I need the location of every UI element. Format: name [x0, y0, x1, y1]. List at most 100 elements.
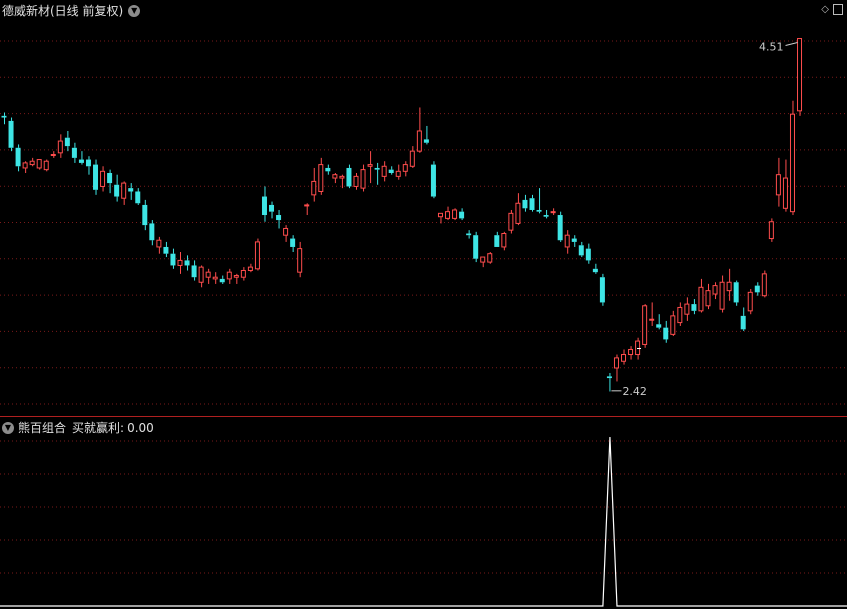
candle-body: [240, 269, 246, 278]
stock-chart[interactable]: 4.51 2.42: [0, 0, 847, 609]
candle: [733, 280, 739, 306]
candle: [353, 173, 359, 190]
candle-body: [445, 211, 451, 219]
candle: [191, 260, 197, 281]
chart-title: 德威新材(日线 前复权): [2, 4, 124, 18]
candle-body: [332, 174, 338, 179]
candle: [177, 252, 183, 274]
candle-body: [128, 188, 134, 192]
candle: [170, 248, 176, 269]
candle: [606, 373, 612, 392]
candle-body: [452, 209, 458, 219]
candle-body: [297, 248, 303, 273]
candle-body: [592, 268, 598, 273]
candle: [261, 186, 267, 222]
candle: [705, 283, 711, 310]
candle: [78, 151, 84, 165]
chevron-down-icon[interactable]: ▼: [2, 421, 14, 434]
candle: [402, 161, 408, 177]
candle: [789, 100, 795, 216]
candle: [445, 206, 451, 221]
candle: [775, 157, 781, 207]
candle: [50, 151, 56, 158]
candle-body: [789, 113, 795, 213]
candle: [740, 307, 746, 331]
candle-body: [473, 235, 479, 259]
indicator-name: 熊百组合: [18, 421, 67, 435]
chevron-down-icon[interactable]: ▼: [128, 4, 141, 17]
high-label: 4.51: [759, 41, 784, 54]
candle: [29, 157, 35, 167]
candle-body: [247, 266, 253, 271]
candle: [64, 130, 70, 152]
candle: [797, 38, 803, 116]
candle-body: [754, 285, 760, 293]
candle-body: [212, 276, 218, 280]
price-grid: [0, 40, 847, 405]
candle-body: [283, 227, 289, 236]
candle: [747, 288, 753, 315]
candle-body: [205, 271, 211, 278]
candle: [642, 304, 648, 348]
candle: [691, 299, 697, 315]
candle: [269, 201, 275, 219]
candle: [430, 161, 436, 199]
signal-line: [0, 436, 847, 607]
candle-body: [663, 327, 669, 340]
candle: [226, 268, 232, 284]
candle: [184, 255, 190, 271]
candle-body: [459, 211, 465, 219]
candle-body: [8, 120, 14, 148]
maximize-icon[interactable]: [833, 4, 843, 15]
candle-body: [149, 223, 155, 241]
candle-body: [621, 354, 627, 362]
candle-body: [395, 170, 401, 177]
candle: [325, 164, 331, 175]
candle-body: [163, 246, 169, 254]
candle: [219, 275, 225, 284]
candle-body: [304, 204, 310, 207]
candle: [374, 162, 380, 185]
candle-body: [121, 182, 127, 199]
high-arrow: [785, 42, 798, 47]
candle-body: [705, 290, 711, 307]
candle: [466, 230, 472, 239]
candle-body: [761, 273, 767, 297]
candle-body: [501, 233, 507, 248]
candle-body: [100, 170, 106, 187]
candle-body: [747, 291, 753, 312]
candle-body: [733, 282, 739, 303]
candle: [416, 107, 422, 153]
candle-body: [494, 235, 500, 247]
candle-body: [402, 164, 408, 172]
candle: [381, 161, 387, 182]
candle-body: [409, 150, 415, 167]
candle: [599, 273, 605, 306]
candle: [564, 230, 570, 254]
indicator-header: ▼ 熊百组合 买就赢利: 0.00: [2, 419, 154, 436]
diamond-icon[interactable]: ◇: [821, 4, 829, 15]
candle: [43, 159, 49, 172]
candle: [578, 241, 584, 258]
candle: [149, 220, 155, 246]
candle: [592, 263, 598, 274]
candle-body: [522, 199, 528, 209]
candle: [395, 164, 401, 180]
candle-body: [360, 169, 366, 189]
candle: [156, 236, 162, 254]
candle: [459, 208, 465, 221]
candle: [423, 125, 429, 145]
candle-body: [50, 154, 56, 157]
candle-body: [635, 340, 641, 356]
candle-body: [642, 305, 648, 345]
candle-body: [170, 253, 176, 266]
candle-body: [606, 376, 612, 379]
candle-body: [529, 198, 535, 210]
candle: [367, 151, 373, 184]
candle: [36, 159, 42, 170]
low-label: 2.42: [622, 385, 647, 398]
candle: [536, 188, 542, 214]
candle-body: [36, 159, 42, 169]
candle: [198, 265, 204, 288]
candle-body: [557, 215, 563, 241]
